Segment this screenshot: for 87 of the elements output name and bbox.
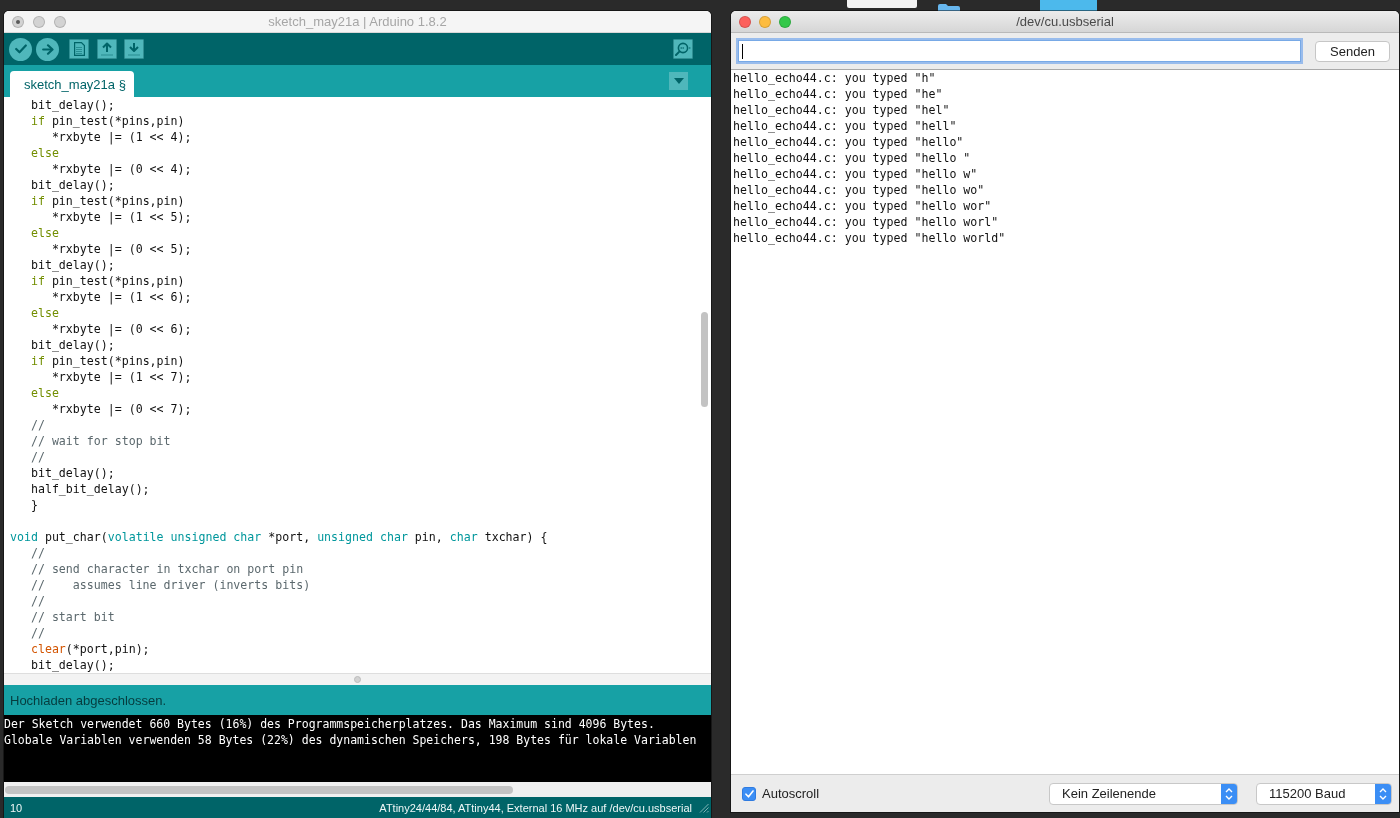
output-line: hello_echo44.c: you typed "hell" xyxy=(733,118,957,134)
output-line: hello_echo44.c: you typed "hello wo" xyxy=(733,182,985,198)
code-line: half_bit_delay(); xyxy=(30,481,150,497)
scrollbar-thumb[interactable] xyxy=(700,312,708,407)
stepper-icon xyxy=(1221,783,1237,804)
arrow-down-icon xyxy=(128,42,140,56)
code-line: *rxbyte |= (1 << 5); xyxy=(51,209,192,225)
close-button[interactable] xyxy=(739,15,751,28)
code-line: *rxbyte |= (1 << 6); xyxy=(51,289,192,305)
console-line: Globale Variablen verwenden 58 Bytes (22%) des dynamischen Speichers, 198 Bytes für lokale Variablen xyxy=(4,732,697,748)
check-icon xyxy=(744,789,754,798)
scrollbar-thumb[interactable] xyxy=(5,785,513,794)
serial-monitor-button[interactable] xyxy=(673,39,693,59)
code-line: else xyxy=(30,385,59,401)
code-line: else xyxy=(30,305,59,321)
code-line: *rxbyte |= (0 << 7); xyxy=(51,401,192,417)
caret-icon xyxy=(673,78,684,84)
code-line: if pin_test(*pins,pin) xyxy=(30,113,185,129)
code-comment: // xyxy=(30,449,45,465)
magnifier-icon xyxy=(675,42,691,56)
console-line: Der Sketch verwendet 660 Bytes (16%) des Programmspeicherplatzes. Das Maximum sind 4096 Bytes. xyxy=(4,716,655,732)
code-line: bit_delay(); xyxy=(30,657,115,673)
check-icon xyxy=(14,44,27,54)
code-line: } xyxy=(30,497,38,513)
message-input[interactable] xyxy=(738,40,1301,62)
code-line: else xyxy=(30,225,59,241)
close-button[interactable] xyxy=(12,15,24,28)
tile-icon[interactable] xyxy=(1040,0,1097,11)
upload-button[interactable] xyxy=(36,37,59,61)
code-comment: // assumes line driver (inverts bits) xyxy=(30,577,311,593)
code-line: *rxbyte |= (1 << 7); xyxy=(51,369,192,385)
code-line: else xyxy=(30,145,59,161)
code-line: *rxbyte |= (0 << 6); xyxy=(51,321,192,337)
code-comment: // xyxy=(30,417,45,433)
code-line: *rxbyte |= (0 << 5); xyxy=(51,241,192,257)
resize-grip-icon[interactable] xyxy=(699,802,709,813)
code-comment: // start bit xyxy=(30,609,115,625)
code-line: if pin_test(*pins,pin) xyxy=(30,193,185,209)
output-line: hello_echo44.c: you typed "hello wor" xyxy=(733,198,992,214)
code-line: *rxbyte |= (0 << 4); xyxy=(51,161,192,177)
stepper-icon xyxy=(1375,783,1391,804)
output-line: hello_echo44.c: you typed "hello w" xyxy=(733,166,978,182)
code-line: void put_char(volatile unsigned char *port, unsigned char pin, char txchar) { xyxy=(10,529,548,545)
code-comment: // xyxy=(30,593,45,609)
code-comment: // send character in txchar on port pin xyxy=(30,561,304,577)
save-button[interactable] xyxy=(124,39,144,59)
baud-rate-select[interactable]: 115200 Baud xyxy=(1256,782,1392,805)
board-info: ATtiny24/44/84, ATtiny44, External 16 MHz auf /dev/cu.usbserial xyxy=(379,801,692,814)
code-line: bit_delay(); xyxy=(30,337,115,353)
window-title: /dev/cu.usbserial xyxy=(1016,14,1114,29)
line-ending-select[interactable]: Kein Zeilenende xyxy=(1049,782,1238,805)
folder-icon[interactable] xyxy=(938,4,960,11)
grip-dot-icon[interactable] xyxy=(354,676,361,683)
code-comment: // wait for stop bit xyxy=(30,433,171,449)
minimize-button[interactable] xyxy=(33,15,45,28)
code-line: *rxbyte |= (1 << 4); xyxy=(51,129,192,145)
tab-menu-button[interactable] xyxy=(669,72,688,90)
window-title: sketch_may21a | Arduino 1.8.2 xyxy=(268,14,447,29)
verify-button[interactable] xyxy=(9,37,32,61)
send-button[interactable]: Senden xyxy=(1315,40,1390,62)
zoom-button[interactable] xyxy=(54,15,66,28)
output-line: hello_echo44.c: you typed "h" xyxy=(733,70,936,86)
code-comment: // xyxy=(30,545,45,561)
zoom-button[interactable] xyxy=(779,15,791,28)
new-button[interactable] xyxy=(69,39,89,59)
code-line: bit_delay(); xyxy=(30,465,115,481)
checkbox-label: Autoscroll xyxy=(762,786,820,801)
autoscroll-checkbox[interactable] xyxy=(742,786,756,801)
code-line: clear(*port,pin); xyxy=(30,641,150,657)
output-line: hello_echo44.c: you typed "hello" xyxy=(733,134,964,150)
document-icon xyxy=(73,42,85,56)
output-line: hello_echo44.c: you typed "hel" xyxy=(733,102,950,118)
code-comment: // xyxy=(30,625,45,641)
code-line: if pin_test(*pins,pin) xyxy=(30,353,185,369)
output-line: hello_echo44.c: you typed "he" xyxy=(733,86,943,102)
status-message: Hochladen abgeschlossen. xyxy=(10,692,167,708)
open-button[interactable] xyxy=(97,39,117,59)
minimize-button[interactable] xyxy=(759,15,771,28)
code-line: bit_delay(); xyxy=(30,177,115,193)
code-line: if pin_test(*pins,pin) xyxy=(30,273,185,289)
output-line: hello_echo44.c: you typed "hello world" xyxy=(733,230,1006,246)
output-line: hello_echo44.c: you typed "hello " xyxy=(733,150,971,166)
code-line: bit_delay(); xyxy=(30,257,115,273)
line-number: 10 xyxy=(10,801,23,814)
file-tab[interactable]: sketch_may21a § xyxy=(10,71,134,97)
output-line: hello_echo44.c: you typed "hello worl" xyxy=(733,214,999,230)
code-line: bit_delay(); xyxy=(30,97,115,113)
